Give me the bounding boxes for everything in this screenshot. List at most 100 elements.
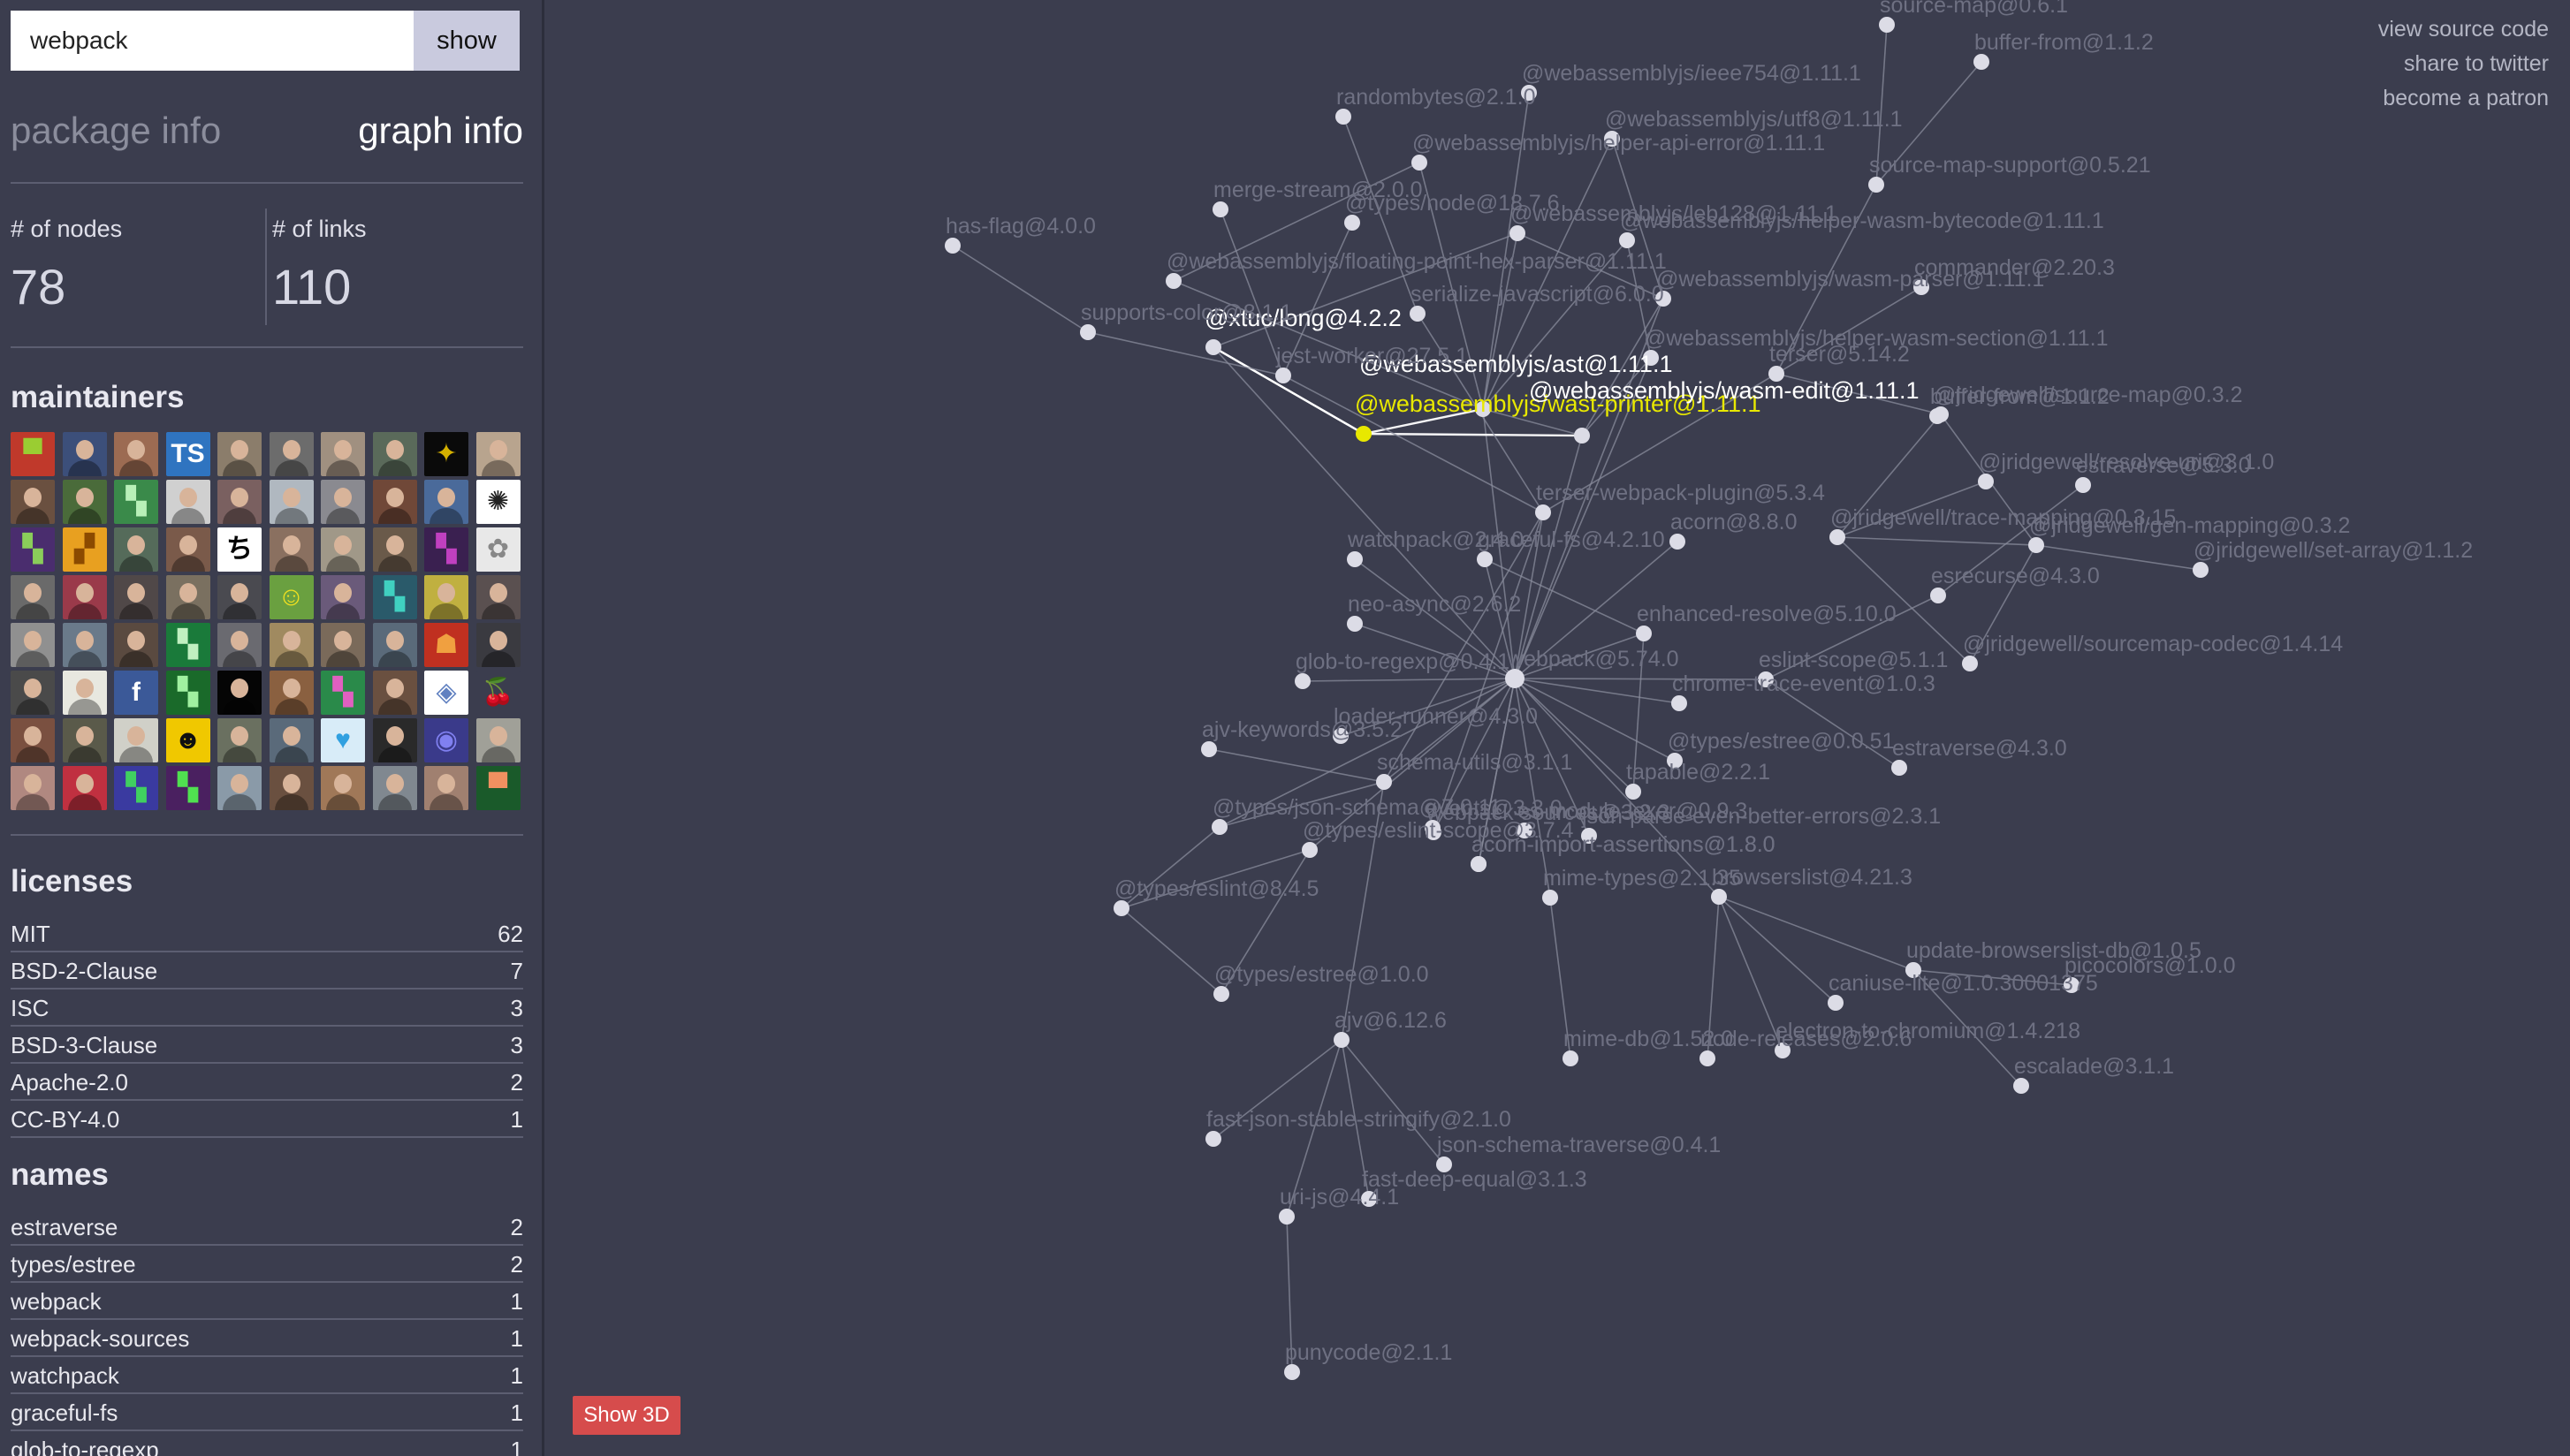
name-row[interactable]: webpack-sources 1 bbox=[11, 1320, 523, 1357]
maintainer-avatar[interactable]: 🍒 bbox=[475, 671, 521, 715]
name-row[interactable]: types/estree 2 bbox=[11, 1246, 523, 1283]
maintainer-avatar[interactable] bbox=[475, 575, 521, 619]
license-row[interactable]: CC-BY-4.0 1 bbox=[11, 1101, 523, 1138]
maintainer-avatar[interactable] bbox=[475, 432, 521, 476]
maintainer-avatar[interactable] bbox=[11, 623, 55, 667]
maintainer-avatar[interactable] bbox=[62, 623, 107, 667]
graph-node[interactable] bbox=[1347, 551, 1363, 567]
maintainer-avatar[interactable] bbox=[217, 432, 262, 476]
maintainer-avatar[interactable] bbox=[269, 527, 314, 572]
graph-node[interactable] bbox=[1930, 588, 1946, 603]
maintainer-avatar[interactable] bbox=[424, 480, 468, 524]
graph-node[interactable] bbox=[1213, 201, 1228, 217]
maintainer-avatar[interactable] bbox=[11, 575, 55, 619]
maintainer-avatar[interactable] bbox=[269, 766, 314, 810]
name-row[interactable]: webpack 1 bbox=[11, 1283, 523, 1320]
maintainer-avatar[interactable]: ☺ bbox=[269, 575, 314, 619]
name-row[interactable]: graceful-fs 1 bbox=[11, 1394, 523, 1431]
maintainer-avatar[interactable]: ▚ bbox=[165, 623, 210, 667]
maintainer-avatar[interactable] bbox=[372, 671, 417, 715]
graph-node[interactable] bbox=[1563, 1050, 1578, 1066]
graph-node[interactable] bbox=[1636, 626, 1652, 641]
maintainer-avatar[interactable] bbox=[114, 718, 158, 762]
graph-node[interactable] bbox=[1284, 1364, 1300, 1380]
maintainer-avatar[interactable] bbox=[62, 432, 107, 476]
license-row[interactable]: Apache-2.0 2 bbox=[11, 1064, 523, 1101]
maintainer-avatar[interactable] bbox=[62, 480, 107, 524]
license-row[interactable]: BSD-3-Clause 3 bbox=[11, 1027, 523, 1064]
graph-node[interactable] bbox=[1114, 900, 1129, 916]
maintainer-avatar[interactable] bbox=[424, 575, 468, 619]
graph-node[interactable] bbox=[1509, 225, 1525, 241]
graph-node[interactable] bbox=[1973, 54, 1989, 70]
maintainer-avatar[interactable]: ▚ bbox=[424, 527, 468, 572]
maintainer-avatar[interactable] bbox=[114, 575, 158, 619]
graph-node[interactable] bbox=[1213, 986, 1229, 1002]
maintainer-avatar[interactable] bbox=[11, 766, 55, 810]
name-row[interactable]: glob-to-regexp 1 bbox=[11, 1431, 523, 1456]
maintainer-avatar[interactable]: ▚ bbox=[11, 527, 55, 572]
graph-node[interactable] bbox=[2075, 477, 2091, 493]
graph-node[interactable] bbox=[1978, 474, 1994, 489]
maintainer-avatar[interactable] bbox=[217, 718, 262, 762]
search-input[interactable] bbox=[11, 11, 414, 71]
graph-node[interactable] bbox=[1711, 889, 1727, 905]
maintainer-avatar[interactable]: ✿ bbox=[475, 527, 521, 572]
maintainer-avatar[interactable] bbox=[321, 766, 365, 810]
license-row[interactable]: ISC 3 bbox=[11, 990, 523, 1027]
graph-node[interactable] bbox=[1411, 155, 1427, 171]
graph-node[interactable] bbox=[1625, 784, 1641, 800]
graph-node[interactable] bbox=[1477, 551, 1493, 567]
maintainer-avatar[interactable] bbox=[269, 480, 314, 524]
graph-node[interactable] bbox=[1471, 856, 1486, 872]
maintainer-avatar[interactable] bbox=[269, 432, 314, 476]
maintainer-avatar[interactable] bbox=[114, 623, 158, 667]
graph-node[interactable] bbox=[1962, 656, 1978, 671]
graph-node[interactable] bbox=[1201, 741, 1217, 757]
graph-node[interactable] bbox=[1828, 995, 1844, 1011]
maintainer-avatar[interactable] bbox=[165, 480, 210, 524]
maintainer-avatar[interactable] bbox=[372, 718, 417, 762]
graph-node[interactable] bbox=[1410, 306, 1426, 322]
maintainer-avatar[interactable]: ☗ bbox=[424, 623, 468, 667]
graph-node[interactable] bbox=[1879, 17, 1895, 33]
maintainer-avatar[interactable] bbox=[62, 671, 107, 715]
maintainer-avatar[interactable]: ▀ bbox=[11, 432, 55, 476]
maintainer-avatar[interactable] bbox=[321, 432, 365, 476]
graph-node[interactable] bbox=[1829, 529, 1845, 545]
maintainer-avatar[interactable] bbox=[217, 575, 262, 619]
maintainer-avatar[interactable] bbox=[424, 766, 468, 810]
graph-node[interactable] bbox=[1080, 324, 1096, 340]
graph-node[interactable] bbox=[1344, 215, 1360, 231]
license-row[interactable]: MIT 62 bbox=[11, 915, 523, 952]
maintainer-avatar[interactable]: ◈ bbox=[424, 671, 468, 715]
graph-node[interactable] bbox=[1347, 616, 1363, 632]
graph-node[interactable] bbox=[1166, 273, 1182, 289]
maintainer-avatar[interactable]: ✦ bbox=[424, 432, 468, 476]
graph-node[interactable] bbox=[1205, 339, 1221, 355]
graph-node[interactable] bbox=[1868, 177, 1884, 193]
name-row[interactable]: watchpack 1 bbox=[11, 1357, 523, 1394]
graph-node[interactable] bbox=[1619, 232, 1635, 248]
maintainer-avatar[interactable] bbox=[217, 671, 262, 715]
graph-node[interactable] bbox=[1295, 673, 1311, 689]
maintainer-avatar[interactable]: ▞ bbox=[62, 527, 107, 572]
graph-node[interactable] bbox=[1671, 695, 1687, 711]
graph-node[interactable] bbox=[2013, 1078, 2029, 1094]
maintainer-avatar[interactable] bbox=[372, 766, 417, 810]
graph-node[interactable] bbox=[2028, 537, 2044, 553]
maintainer-avatar[interactable] bbox=[321, 623, 365, 667]
maintainer-avatar[interactable]: ▚ bbox=[165, 671, 210, 715]
maintainer-avatar[interactable]: ▚ bbox=[165, 766, 210, 810]
maintainer-avatar[interactable] bbox=[165, 527, 210, 572]
maintainer-avatar[interactable] bbox=[321, 575, 365, 619]
maintainer-avatar[interactable]: ☻ bbox=[165, 718, 210, 762]
maintainer-avatar[interactable]: ♥ bbox=[321, 718, 365, 762]
maintainer-avatar[interactable]: TS bbox=[165, 432, 210, 476]
graph-node[interactable] bbox=[1535, 504, 1551, 520]
maintainer-avatar[interactable] bbox=[114, 432, 158, 476]
show-button[interactable]: show bbox=[414, 11, 520, 71]
maintainer-avatar[interactable]: ▚ bbox=[114, 480, 158, 524]
graph-node[interactable] bbox=[1302, 842, 1318, 858]
maintainer-avatar[interactable] bbox=[475, 718, 521, 762]
